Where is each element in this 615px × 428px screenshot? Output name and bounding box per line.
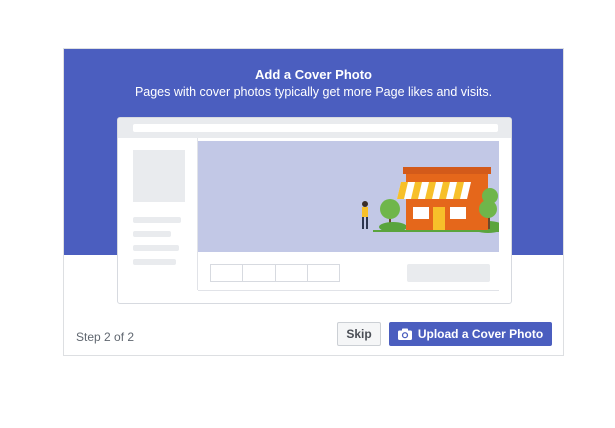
preview-bottom-divider (198, 290, 499, 291)
preview-sidebar-line (133, 259, 176, 265)
page-preview-illustration (117, 117, 512, 304)
storefront-illustration (362, 167, 499, 233)
preview-tab (211, 265, 244, 281)
preview-sidebar-line (133, 217, 181, 223)
preview-profile-picture (133, 150, 185, 202)
preview-tabs (210, 264, 340, 282)
skip-button-label: Skip (346, 327, 372, 341)
dialog-title: Add a Cover Photo (254, 67, 372, 82)
preview-sidebar-line (133, 245, 179, 251)
preview-search-bar (133, 124, 498, 132)
preview-tab (276, 265, 308, 281)
preview-sidebar-line (133, 231, 171, 237)
preview-topbar (118, 118, 511, 138)
step-indicator: Step 2 of 2 (76, 330, 135, 344)
skip-button[interactable]: Skip (337, 322, 381, 346)
upload-cover-photo-button[interactable]: Upload a Cover Photo (389, 322, 552, 346)
add-cover-photo-dialog: Add a Cover Photo Pages with cover photo… (63, 48, 564, 356)
dialog-subtitle: Pages with cover photos typically get mo… (134, 85, 493, 99)
upload-button-label: Upload a Cover Photo (417, 327, 544, 341)
camera-icon (397, 328, 412, 340)
preview-action-button (407, 264, 490, 282)
preview-cover-area (198, 141, 499, 252)
preview-tab (308, 265, 339, 281)
preview-tab (243, 265, 276, 281)
